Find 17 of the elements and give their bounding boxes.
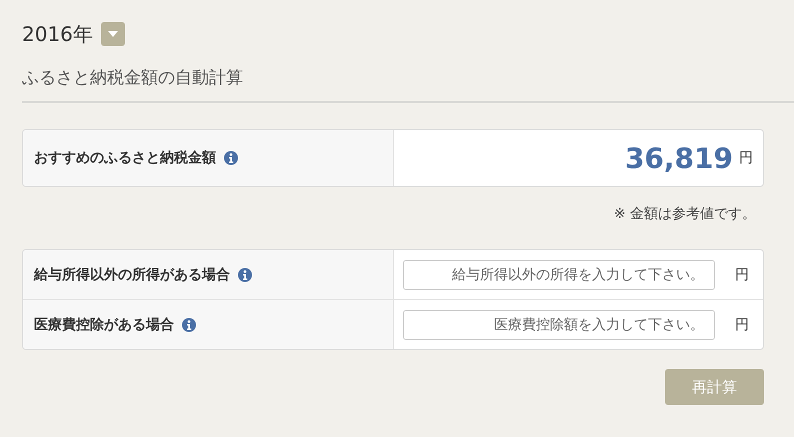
section-title: ふるさと納税金額の自動計算 bbox=[22, 67, 244, 90]
info-icon[interactable] bbox=[238, 268, 252, 282]
year-label: 2016年 bbox=[22, 20, 93, 48]
amount-value: 36,819 bbox=[624, 142, 733, 174]
input-field[interactable]: 給与所得以外の所得を入力して下さい。 bbox=[403, 260, 715, 290]
info-icon[interactable] bbox=[182, 318, 196, 332]
caret-icon bbox=[108, 31, 118, 37]
row-label: おすすめのふるさと納税金額 bbox=[34, 149, 216, 167]
unit-label: 円 bbox=[739, 149, 753, 167]
recalculate-button[interactable]: 再計算 bbox=[665, 369, 764, 405]
unit-label: 円 bbox=[735, 266, 749, 284]
row-label: 給与所得以外の所得がある場合 bbox=[34, 266, 230, 284]
note-text: ※ 金額は参考値です。 bbox=[612, 205, 756, 223]
unit-label: 円 bbox=[735, 316, 749, 334]
input-field[interactable]: 医療費控除額を入力して下さい。 bbox=[403, 310, 715, 340]
info-icon[interactable] bbox=[224, 151, 238, 165]
row-label: 医療費控除がある場合 bbox=[34, 316, 174, 334]
